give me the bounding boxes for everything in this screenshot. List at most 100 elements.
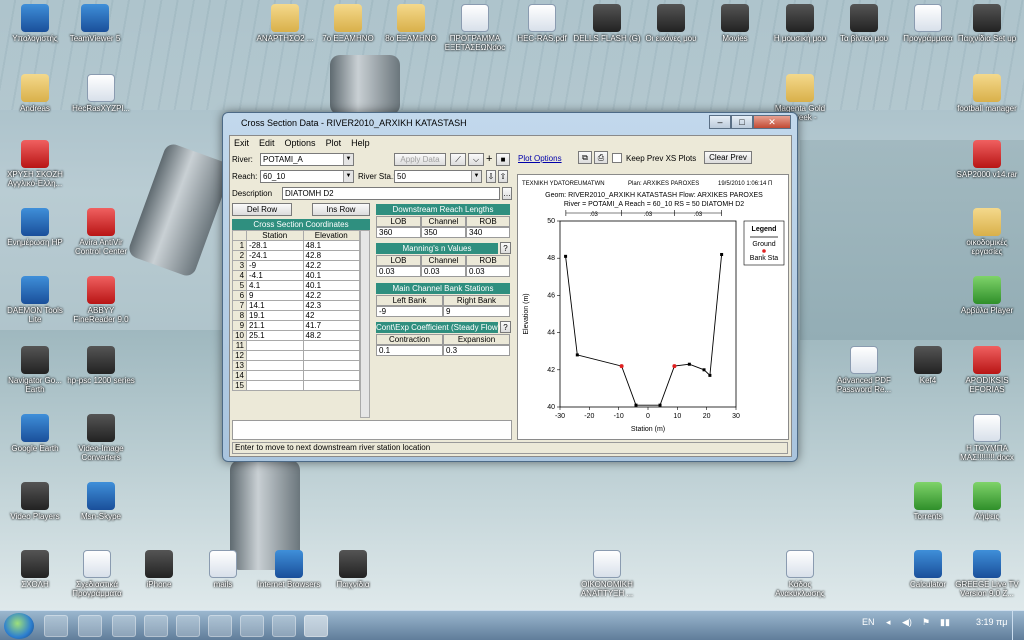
station-cell[interactable] [246,380,304,391]
desktop-icon[interactable]: Navigator Go... Earth [0,346,70,394]
desktop-icon[interactable]: ΧΡΥΣΗ ΣΚΟΖΗ Αγγλικό-Ελλη... [0,140,70,188]
desktop-icon[interactable]: DELLS FLASH (G) [572,4,642,43]
volume-icon[interactable]: ◀) [902,617,912,628]
desktop-icon[interactable]: ΠΡΟΓΡΑΜΜΑ ΕΞΕΤΑΣΕΩΝdoc [440,4,510,52]
ds-lob-input[interactable]: 360 [376,227,421,238]
river-sta-select[interactable]: 50 ▼ [394,170,482,183]
desktop-icon[interactable]: HEC-RAS.pdf [507,4,577,43]
station-cell[interactable]: -9 [246,260,304,271]
elevation-cell[interactable]: 42.2 [302,260,360,271]
desktop-icon[interactable]: Η μουσική μου [765,4,835,43]
channel-icon[interactable]: ⌵ [468,153,484,166]
elevation-cell[interactable]: 48.1 [302,240,360,251]
desktop-icon[interactable]: Video-Image Converters [66,414,136,462]
desktop-icon[interactable]: Παιχνίδια Set up [952,4,1022,43]
river-select[interactable]: POTAMI_A ▼ [260,153,354,166]
camera-icon[interactable]: ■ [496,153,510,166]
desktop-icon[interactable]: Google Earth [0,414,70,453]
network-icon[interactable] [144,615,168,637]
desktop-icon[interactable]: Παιχνίδια [318,550,388,589]
desktop-icon[interactable]: Οι εικόνες μου [636,4,706,43]
desktop-icon[interactable]: Movies [700,4,770,43]
help-icon[interactable]: ? [500,321,511,333]
elevation-cell[interactable] [302,340,360,351]
desktop-icon[interactable]: ΑΝΑΡΤΗΣΟ2 ... [250,4,320,43]
reach-select[interactable]: 60_10 ▼ [260,170,354,183]
elevation-cell[interactable] [302,360,360,371]
mn-rob-input[interactable]: 0.03 [466,266,510,277]
desktop-icon[interactable]: iPhone [124,550,194,589]
desktop-icon[interactable]: Αρβύλα Player [952,276,1022,315]
clear-prev-button[interactable]: Clear Prev [704,151,752,164]
desktop-icon[interactable]: football manager [952,74,1022,113]
desktop-icon[interactable]: Λήψεις [952,482,1022,521]
chrome-icon[interactable] [112,615,136,637]
plot-options-link[interactable]: Plot Options [518,154,562,163]
minimize-button[interactable]: – [709,115,731,129]
show-desktop-button[interactable] [1012,611,1024,640]
desktop-icon[interactable]: APODIKSIS EFORIAS [952,346,1022,394]
menu-plot[interactable]: Plot [326,138,342,148]
arrow-up-icon[interactable]: ⇧ [498,170,508,183]
expansion-input[interactable]: 0.3 [443,345,510,356]
media-player-icon[interactable] [44,615,68,637]
desktop-icon[interactable]: SAP2000 v14.rar [952,140,1022,179]
desktop-icon[interactable]: οικοδομικές εργασίες [952,208,1022,256]
flag-icon[interactable]: ⚑ [922,617,930,628]
hecras-icon[interactable] [272,615,296,637]
station-cell[interactable] [246,340,304,351]
desktop-icon[interactable]: Σχεδιαστικά Προγράμματα [62,550,132,598]
clock[interactable]: 3:19 πμ [976,617,1007,627]
menu-options[interactable]: Options [285,138,316,148]
signal-icon[interactable]: ▮▮ [940,617,950,628]
print-icon[interactable]: ⎙ [594,151,608,164]
language-indicator[interactable]: EN [862,617,875,627]
station-cell[interactable] [246,350,304,361]
desktop-icon[interactable]: 7ο ΕΞΑΜΗΝΟ [313,4,383,43]
elevation-cell[interactable]: 40.1 [302,270,360,281]
station-cell[interactable]: 4.1 [246,280,304,291]
station-cell[interactable]: 19.1 [246,310,304,321]
close-button[interactable]: ✕ [753,115,791,129]
elevation-cell[interactable]: 41.7 [302,320,360,331]
station-cell[interactable]: -4.1 [246,270,304,281]
station-cell[interactable]: -24.1 [246,250,304,261]
elevation-cell[interactable] [302,350,360,361]
keep-prev-checkbox[interactable] [612,153,622,163]
graph-icon[interactable]: ⟋ [450,153,466,166]
menu-help[interactable]: Help [351,138,370,148]
elevation-cell[interactable] [302,370,360,381]
help-icon[interactable]: ? [500,242,511,254]
desktop-icon[interactable]: mails [188,550,258,589]
desktop-icon[interactable]: Video Players [0,482,70,521]
desktop-icon[interactable]: ΣΧΟΛΗ [0,550,70,589]
desktop-icon[interactable]: Avira AntiVir Control Center [66,208,136,256]
desktop-icon[interactable]: Internet Browsers [254,550,324,589]
mn-channel-input[interactable]: 0.03 [421,266,466,277]
table-scrollbar[interactable] [360,230,370,418]
elevation-cell[interactable]: 48.2 [302,330,360,341]
desktop-icon[interactable]: 8ο ΕΞΑΜΗΝΟ [376,4,446,43]
maximize-button[interactable]: □ [731,115,753,129]
desktop-icon[interactable]: Ενημέρωση HP [0,208,70,247]
ds-rob-input[interactable]: 340 [466,227,510,238]
station-cell[interactable] [246,360,304,371]
start-button[interactable] [4,613,34,639]
desktop-icon[interactable]: ΟΙΚΟΝΟΜΙΚΗ ΑΝΑΠΤΥΞΗ ... [572,550,642,598]
ins-row-button[interactable]: Ins Row [312,203,370,216]
copy-icon[interactable]: ⧉ [578,151,592,164]
arrow-down-icon[interactable]: ⇩ [486,170,496,183]
menu-exit[interactable]: Exit [234,138,249,148]
notes-field[interactable] [232,420,512,440]
cross-section-task-icon[interactable] [304,615,328,637]
desktop-icon[interactable]: Msn-Skype [66,482,136,521]
desktop-icon[interactable]: Advanced PDF Password Re... [829,346,899,394]
desktop-icon[interactable]: Andreas [0,74,70,113]
desktop-icon[interactable]: TeamViewer 5 [60,4,130,43]
desktop-icon[interactable]: Η ΤΟΥΜΠΑ ΜΑΣ!!!!!!!!.docx [952,414,1022,462]
desktop-icon[interactable]: GREEGE Live TV Version 9.0 Z... [952,550,1022,598]
station-cell[interactable]: 14.1 [246,300,304,311]
desktop-icon[interactable]: HecRasXYZPl... [66,74,136,113]
coordinates-table[interactable]: Station Elevation 1 -28.1 48.1 2 -24.1 42.8 3-… [231,230,360,391]
tray-arrow-icon[interactable]: ◂ [886,617,891,628]
